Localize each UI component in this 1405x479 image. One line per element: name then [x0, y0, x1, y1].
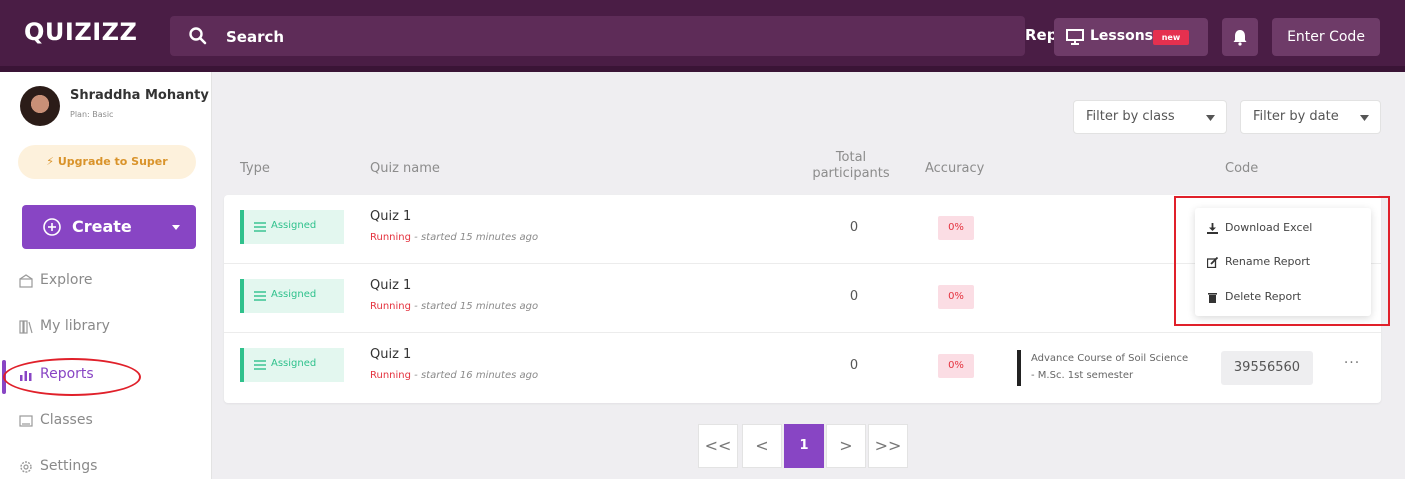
column-header-type: Type: [240, 161, 270, 176]
caret-down-icon: [1206, 115, 1215, 121]
quiz-name[interactable]: Quiz 1: [370, 278, 411, 293]
accuracy-badge: 0%: [938, 216, 974, 240]
chevron-down-icon[interactable]: [170, 221, 182, 233]
sidebar-item-label: Settings: [40, 458, 98, 474]
pagination-last[interactable]: >>: [868, 424, 908, 468]
filter-label: Filter by class: [1086, 109, 1175, 124]
participants-count: 0: [849, 358, 859, 373]
pagination-first[interactable]: <<: [698, 424, 738, 468]
pagination-next[interactable]: >: [826, 424, 866, 468]
column-header-quiz-name: Quiz name: [370, 161, 440, 176]
user-name: Shraddha Mohanty: [70, 88, 209, 103]
sidebar-item-label: My library: [40, 318, 110, 334]
participants-count: 0: [849, 289, 859, 304]
classes-icon: [19, 415, 33, 427]
table-row[interactable]: Assigned Quiz 1 Running - started 16 min…: [224, 333, 1381, 402]
quiz-status: Running - started 15 minutes ago: [370, 232, 538, 243]
accuracy-badge: 0%: [938, 354, 974, 378]
pagination-page-current[interactable]: 1: [784, 424, 824, 468]
accuracy-badge: 0%: [938, 285, 974, 309]
status-time: - started 15 minutes ago: [410, 301, 539, 312]
column-header-code: Code: [1225, 161, 1259, 176]
notifications-button[interactable]: [1222, 18, 1258, 56]
filter-by-class-dropdown[interactable]: Filter by class: [1073, 100, 1227, 134]
library-icon: [19, 320, 33, 334]
assigned-badge: Assigned: [240, 348, 344, 382]
status-text: Running: [370, 301, 411, 312]
new-badge: new: [1153, 30, 1189, 45]
column-header-accuracy: Accuracy: [925, 161, 985, 176]
quiz-code[interactable]: 39556560: [1221, 351, 1313, 385]
type-label: Assigned: [271, 358, 317, 369]
quizizz-logo[interactable]: QUIZIZZ: [24, 18, 137, 46]
filter-by-date-dropdown[interactable]: Filter by date: [1240, 100, 1381, 134]
participants-count: 0: [849, 220, 859, 235]
status-text: Running: [370, 232, 411, 243]
presentation-icon: [1066, 29, 1084, 45]
list-icon: [254, 222, 266, 232]
column-header-total-participants: Total participants: [812, 150, 890, 181]
sidebar: Shraddha Mohanty Plan: Basic ⚡ Upgrade t…: [0, 72, 212, 479]
type-label: Assigned: [271, 289, 317, 300]
bell-icon: [1233, 30, 1247, 46]
more-options-icon[interactable]: ···: [1342, 356, 1362, 374]
search-bar[interactable]: Reports: [170, 16, 1173, 56]
create-button[interactable]: Create: [22, 205, 196, 249]
upgrade-button[interactable]: ⚡ Upgrade to Super: [18, 145, 196, 179]
filter-label: Filter by date: [1253, 109, 1339, 124]
list-icon: [254, 360, 266, 370]
caret-down-icon: [1360, 115, 1369, 121]
lessons-button[interactable]: Lessons new: [1054, 18, 1208, 56]
explore-icon: [19, 274, 33, 288]
sidebar-item-label: Explore: [40, 272, 93, 288]
plus-circle-icon: [43, 218, 61, 236]
status-time: - started 16 minutes ago: [410, 370, 539, 381]
assigned-badge: Assigned: [240, 279, 344, 313]
type-label: Assigned: [271, 220, 317, 231]
upgrade-label: Upgrade to Super: [57, 155, 168, 168]
enter-code-button[interactable]: Enter Code: [1272, 18, 1380, 56]
pagination-prev[interactable]: <: [742, 424, 782, 468]
lightning-icon: ⚡: [46, 155, 58, 168]
search-icon: [189, 27, 207, 45]
top-bar: QUIZIZZ Reports Lessons new Enter Code: [0, 0, 1405, 72]
class-color-marker: [1017, 350, 1021, 386]
create-label: Create: [72, 217, 132, 236]
menu-annotation-box: [1174, 196, 1390, 326]
quiz-name[interactable]: Quiz 1: [370, 209, 411, 224]
assigned-badge: Assigned: [240, 210, 344, 244]
lessons-label: Lessons: [1090, 28, 1153, 44]
avatar[interactable]: [20, 86, 60, 126]
list-icon: [254, 291, 266, 301]
quiz-name[interactable]: Quiz 1: [370, 347, 411, 362]
status-text: Running: [370, 370, 411, 381]
quiz-status: Running - started 15 minutes ago: [370, 301, 538, 312]
user-plan: Plan: Basic: [70, 110, 114, 119]
status-time: - started 15 minutes ago: [410, 232, 539, 243]
class-name[interactable]: Advance Course of Soil Science - M.Sc. 1…: [1031, 350, 1191, 384]
settings-icon: [20, 461, 32, 473]
sidebar-item-label: Classes: [40, 412, 93, 428]
search-input[interactable]: [226, 25, 826, 49]
quiz-status: Running - started 16 minutes ago: [370, 370, 538, 381]
reports-annotation-circle: [3, 358, 141, 396]
